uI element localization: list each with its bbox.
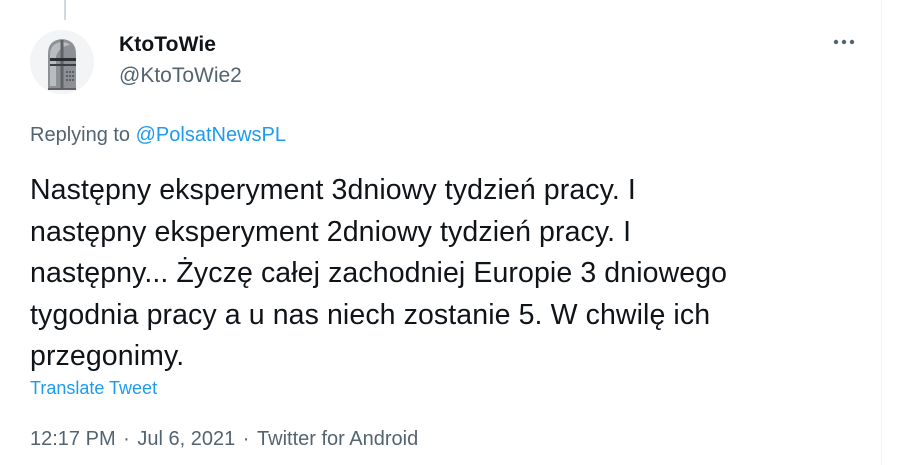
- tweet-text: Następny eksperyment 3dniowy tydzień pra…: [30, 170, 850, 378]
- author-name[interactable]: KtoToWie: [119, 33, 216, 57]
- meta-separator: ·: [117, 428, 136, 450]
- avatar-icon: [30, 30, 94, 94]
- tweet-date[interactable]: Jul 6, 2021: [137, 428, 235, 450]
- replying-prefix: Replying to: [30, 124, 136, 146]
- author-handle[interactable]: @KtoToWie2: [119, 64, 242, 88]
- tweet-text-line: Następny eksperyment 3dniowy tydzień pra…: [30, 174, 636, 206]
- tweet-card: KtoToWie @KtoToWie2 Replying to @PolsatN…: [0, 0, 882, 465]
- reply-mention-link[interactable]: @PolsatNewsPL: [136, 124, 286, 146]
- replying-to: Replying to @PolsatNewsPL: [30, 124, 286, 147]
- tweet-source: Twitter for Android: [257, 428, 419, 450]
- more-options-icon[interactable]: [828, 30, 860, 54]
- tweet-text-line: przegonimy.: [30, 340, 185, 372]
- tweet-text-line: tygodnia pracy a u nas niech zostanie 5.…: [30, 298, 711, 331]
- meta-separator: ·: [237, 428, 256, 450]
- knight-helmet-avatar[interactable]: [30, 30, 94, 94]
- thread-connector-line: [64, 0, 66, 20]
- tweet-text-line: następny eksperyment 2dniowy tydzień pra…: [30, 215, 632, 248]
- tweet-metadata: 12:17 PM · Jul 6, 2021 · Twitter for And…: [30, 428, 418, 451]
- tweet-text-line: następny... Życzę całej zachodniej Europ…: [30, 257, 728, 289]
- translate-tweet-link[interactable]: Translate Tweet: [30, 378, 157, 399]
- tweet-time[interactable]: 12:17 PM: [30, 428, 116, 450]
